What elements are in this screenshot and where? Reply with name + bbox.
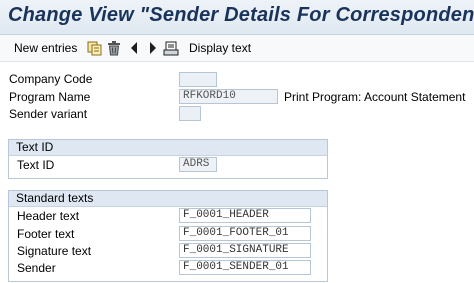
new-entries-button[interactable]: New entries <box>14 39 77 57</box>
program-name-label: Program Name <box>9 90 91 104</box>
sender-field[interactable]: F_0001_SENDER_01 <box>179 260 311 275</box>
next-icon[interactable] <box>145 39 161 57</box>
company-code-field[interactable] <box>179 72 217 87</box>
text-id-field[interactable]: ADRS <box>179 157 217 172</box>
previous-icon[interactable] <box>126 39 142 57</box>
program-name-description: Print Program: Account Statement <box>284 90 466 104</box>
footer-text-label: Footer text <box>17 227 75 241</box>
signature-text-field[interactable]: F_0001_SIGNATURE <box>179 243 311 258</box>
delete-icon[interactable] <box>106 39 122 57</box>
page-title: Change View "Sender Details For Correspo… <box>8 4 474 26</box>
title-bar: Change View "Sender Details For Correspo… <box>0 0 474 35</box>
sender-variant-field[interactable] <box>179 106 201 121</box>
display-text-button[interactable]: Display text <box>189 39 251 57</box>
footer-text-field[interactable]: F_0001_FOOTER_01 <box>179 226 311 241</box>
sender-variant-label: Sender variant <box>9 107 88 121</box>
header-text-label: Header text <box>17 209 80 223</box>
application-toolbar: New entries Display text <box>0 35 474 62</box>
print-icon[interactable] <box>163 39 179 57</box>
sender-label: Sender <box>17 261 56 275</box>
standard-texts-group-title: Standard texts <box>9 191 327 207</box>
program-name-field[interactable]: RFKORD10 <box>179 89 278 104</box>
company-code-label: Company Code <box>9 72 93 86</box>
signature-text-label: Signature text <box>17 244 92 258</box>
text-id-label: Text ID <box>17 158 55 172</box>
text-id-group-title: Text ID <box>9 140 327 156</box>
header-text-field[interactable]: F_0001_HEADER <box>179 208 311 223</box>
copy-icon[interactable] <box>86 39 102 57</box>
text-id-group: Text ID <box>8 139 328 179</box>
